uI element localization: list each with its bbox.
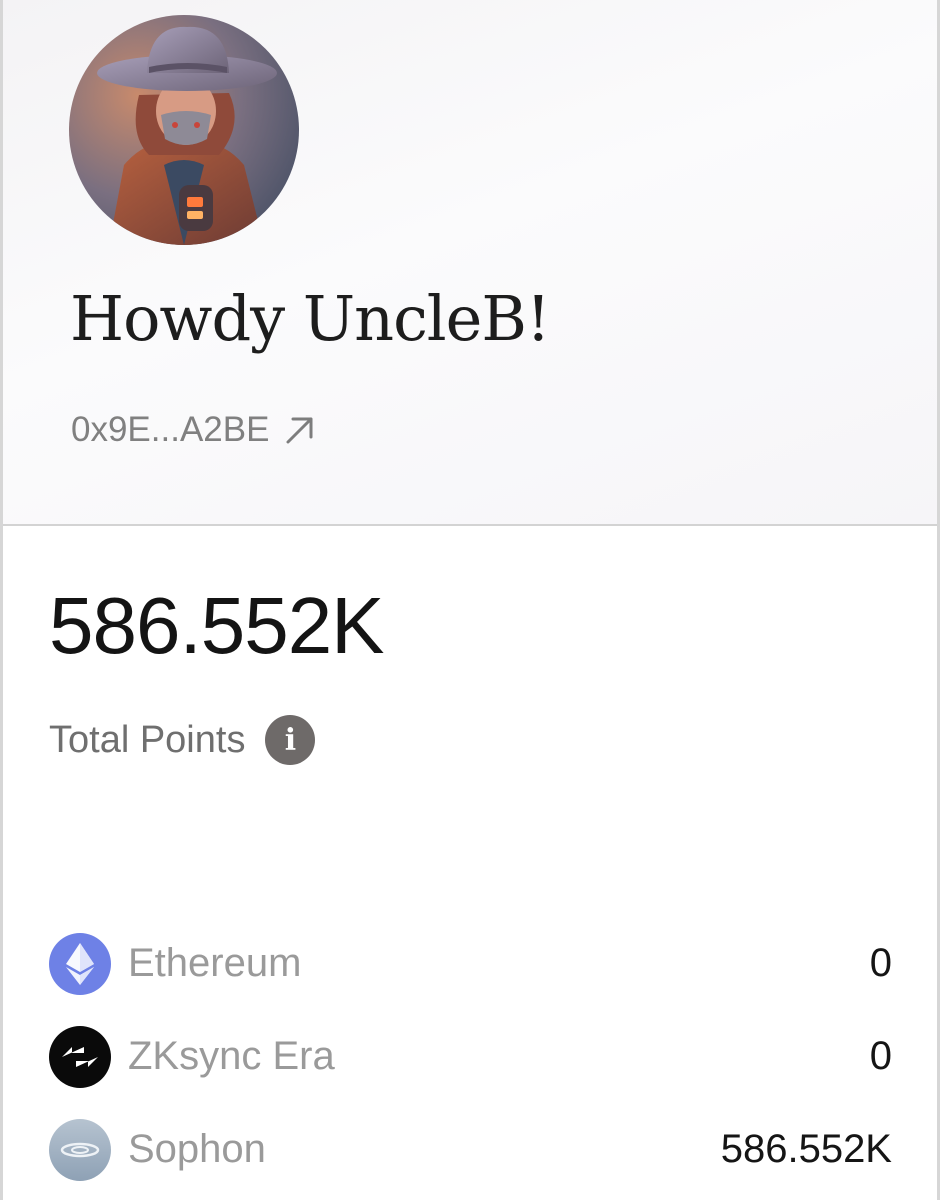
chain-row-zksync: ZKsync Era 0 — [49, 1010, 892, 1103]
cowboy-masked-avatar-icon — [69, 15, 299, 245]
chain-row-ethereum: Ethereum 0 — [49, 917, 892, 1010]
wallet-address-link[interactable]: 0x9E...A2BE — [71, 410, 317, 450]
chain-points-value: 0 — [869, 941, 892, 985]
chain-name: ZKsync Era — [128, 1034, 335, 1078]
info-icon[interactable]: i — [265, 715, 316, 765]
chain-points-value: 0 — [869, 1034, 892, 1078]
chain-name: Ethereum — [128, 941, 302, 985]
points-page: Howdy UncleB! 0x9E...A2BE 586.552K Total… — [0, 0, 940, 1200]
total-points-value: 586.552K — [49, 581, 385, 670]
chain-row-sophon: Sophon 586.552K — [49, 1103, 892, 1196]
greeting-title: Howdy UncleB! — [70, 282, 551, 355]
avatar — [69, 15, 299, 245]
ethereum-icon — [49, 932, 111, 995]
chain-points-list: Ethereum 0 ZKsync Era 0 Sophon 586.552K — [49, 917, 892, 1196]
chain-name: Sophon — [128, 1127, 266, 1171]
chain-points-value: 586.552K — [720, 1127, 892, 1171]
sophon-icon — [49, 1118, 111, 1181]
zksync-icon — [49, 1025, 111, 1088]
wallet-address: 0x9E...A2BE — [71, 410, 270, 449]
total-points-label: Total Points — [49, 718, 246, 761]
total-points-label-row: Total Points i — [49, 715, 316, 765]
arrow-up-right-icon — [283, 413, 317, 447]
profile-card: Howdy UncleB! 0x9E...A2BE — [3, 0, 937, 526]
